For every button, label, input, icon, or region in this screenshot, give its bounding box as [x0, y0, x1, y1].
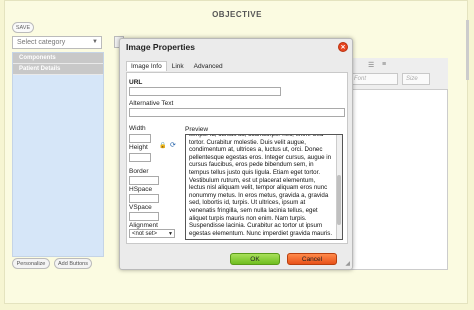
preview-scrollbar[interactable] [336, 135, 342, 239]
page-title: OBJECTIVE [212, 10, 262, 19]
border-input[interactable] [129, 176, 159, 185]
tab-link[interactable]: Link [167, 61, 189, 71]
vspace-input[interactable] [129, 212, 159, 221]
image-properties-dialog: Image Properties ✕ Image Info Link Advan… [119, 38, 353, 270]
preview-box[interactable]: tempor id, cursus ac, ullamcorper nec, e… [185, 134, 343, 240]
alignment-label: Alignment [129, 222, 158, 229]
reset-size-icon[interactable]: ⟳ [170, 141, 177, 149]
close-icon[interactable]: ✕ [338, 42, 348, 52]
category-placeholder: Select category [17, 39, 66, 46]
chevron-down-icon: ▼ [92, 39, 98, 45]
resize-handle-icon[interactable]: ◢ [345, 260, 350, 267]
dialog-tabs: Image Info Link Advanced [126, 61, 228, 72]
list-icon[interactable]: ☰ [368, 61, 376, 69]
vspace-label: VSpace [129, 204, 152, 211]
preview-label: Preview [185, 126, 209, 133]
alignment-value: <not set> [132, 231, 158, 237]
chevron-down-icon: ▼ [168, 231, 173, 237]
url-input[interactable] [129, 87, 281, 96]
sidebar-item-components[interactable]: Components [13, 53, 103, 64]
preview-scroll-thumb[interactable] [337, 175, 341, 225]
ok-button[interactable]: OK [230, 253, 280, 265]
hspace-label: HSpace [129, 186, 153, 193]
save-button[interactable]: SAVE [12, 22, 34, 33]
dialog-title: Image Properties [126, 42, 195, 52]
lock-icon[interactable]: 🔒 [159, 142, 166, 149]
width-input[interactable] [129, 134, 151, 143]
alt-text-label: Alternative Text [129, 100, 174, 107]
tab-advanced[interactable]: Advanced [189, 61, 228, 71]
size-select[interactable]: Size [402, 73, 430, 85]
border-label: Border [129, 168, 149, 175]
height-input[interactable] [129, 153, 151, 162]
cancel-button[interactable]: Cancel [287, 253, 337, 265]
sidebar-item-patient-details[interactable]: Patient Details [13, 64, 103, 75]
width-label: Width [129, 125, 146, 132]
tab-image-info[interactable]: Image Info [126, 61, 167, 71]
page-scrollbar[interactable] [466, 20, 469, 80]
hspace-input[interactable] [129, 194, 159, 203]
alt-text-input[interactable] [129, 108, 345, 117]
category-select[interactable]: Select category ▼ [12, 36, 102, 49]
font-select[interactable]: Font [350, 73, 398, 85]
sidebar: Components Patient Details [12, 52, 104, 257]
image-info-panel: URL Alternative Text Width Height 🔒 ⟳ Bo… [126, 72, 348, 244]
alignment-select[interactable]: <not set> ▼ [129, 229, 175, 238]
height-label: Height [129, 144, 148, 151]
personalize-button[interactable]: Personalize [12, 258, 50, 269]
preview-text: tempor id, cursus ac, ullamcorper nec, e… [189, 134, 333, 237]
add-buttons-button[interactable]: Add Buttons [54, 258, 92, 269]
url-label: URL [129, 79, 143, 86]
justify-icon[interactable]: ≡ [382, 61, 390, 69]
